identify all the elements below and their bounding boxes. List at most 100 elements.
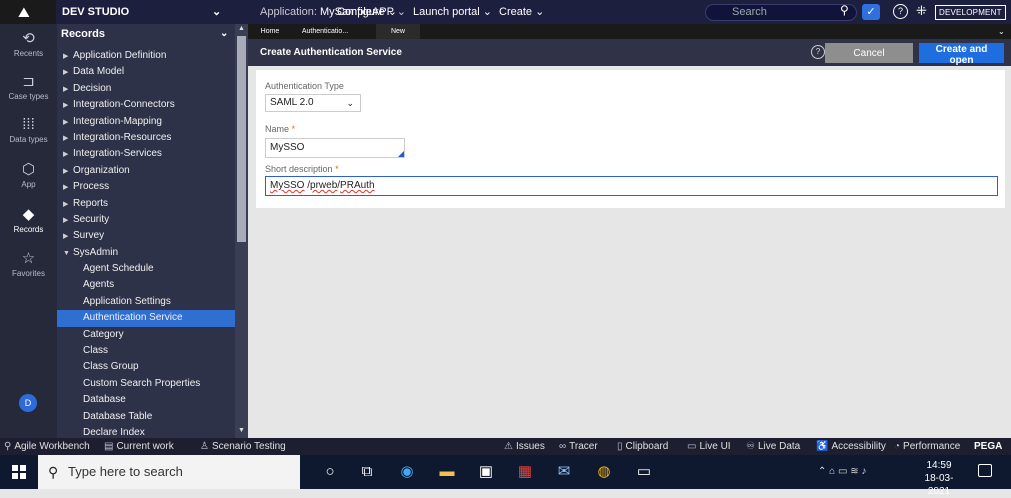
mail-icon[interactable]: ✉	[554, 462, 574, 482]
task-view-icon[interactable]: ⧉	[357, 462, 377, 482]
scroll-thumb[interactable]	[237, 36, 246, 242]
record-type-item[interactable]: Agents	[57, 277, 235, 293]
record-type-item[interactable]: Class Group	[57, 359, 235, 375]
records-category[interactable]: ▶ Security	[57, 212, 235, 228]
records-scrollbar[interactable]: ▲ ▼	[235, 24, 248, 438]
live-data-button[interactable]: ♾ Live Data	[746, 438, 800, 455]
rail-item-favorites[interactable]: ☆ Favorites	[0, 251, 57, 279]
category-label: Integration-Resources	[73, 131, 172, 143]
chevron-down-icon[interactable]: ⌄	[998, 24, 1005, 39]
records-list: ▶ Application Definition ▶ Data Model ▶ Dec…	[57, 48, 235, 441]
launch-portal-menu[interactable]: Launch portal ⌄	[413, 0, 492, 24]
devbar-label: Live Data	[757, 441, 801, 452]
record-type-item[interactable]: Class	[57, 343, 235, 359]
configure-menu[interactable]: Configure ⌄	[337, 0, 397, 24]
windows-start-icon[interactable]	[12, 465, 26, 479]
gift-icon[interactable]: ▦	[515, 462, 535, 482]
record-type-item[interactable]: Database Table	[57, 409, 235, 425]
records-category[interactable]: ▶ Integration-Connectors	[57, 97, 235, 113]
record-type-item[interactable]: Category	[57, 327, 235, 343]
records-category[interactable]: ▶ Data Model	[57, 64, 235, 80]
records-category[interactable]: ▶ Integration-Mapping	[57, 114, 235, 130]
scroll-up-icon[interactable]: ▲	[238, 25, 245, 32]
record-type-item[interactable]: Application Settings	[57, 294, 235, 310]
records-header[interactable]: Records ⌄	[57, 24, 235, 44]
caret-right-icon: ▶	[63, 69, 69, 77]
tracer-button[interactable]: ∞ Tracer	[559, 438, 598, 455]
windows-taskbar: ⚲ Type here to search ○ ⧉ ◉ ▬ ▣ ▦ ✉ ◍ ▭ …	[0, 455, 1011, 497]
record-type-item[interactable]: Agent Schedule	[57, 261, 235, 277]
pulse-icon[interactable]: ⁜	[916, 3, 927, 19]
records-category[interactable]: ▶ Application Definition	[57, 48, 235, 64]
terminal-icon[interactable]: ▭	[634, 462, 654, 482]
help-icon[interactable]: ?	[893, 4, 908, 19]
agile-workbench-button[interactable]: ⚲ Agile Workbench	[4, 438, 90, 455]
gauge-icon: ◔	[894, 441, 901, 452]
accessibility-button[interactable]: ♿ Accessibility	[816, 438, 886, 455]
rail-item-app[interactable]: ⬡ App	[0, 162, 57, 190]
name-field[interactable]: MySSO	[265, 138, 405, 158]
taskbar-clock[interactable]: 14:59 18-03-2021	[914, 459, 964, 498]
issues-button[interactable]: ⚠ Issues	[504, 438, 545, 455]
environment-badge: DEVELOPMENT	[935, 5, 1006, 20]
create-menu[interactable]: Create ⌄	[499, 0, 544, 24]
tab-authentication[interactable]: Authenticatio...	[290, 24, 360, 39]
caret-right-icon: ▶	[63, 184, 69, 192]
records-category[interactable]: ▶ Organization	[57, 163, 235, 179]
records-category[interactable]: ▶ Reports	[57, 196, 235, 212]
chevron-down-icon: ⌄	[346, 98, 354, 108]
edge-icon[interactable]: ◉	[397, 462, 417, 482]
record-type-item[interactable]: Custom Search Properties	[57, 376, 235, 392]
performance-button[interactable]: ◔ Performance	[894, 438, 960, 455]
cancel-button[interactable]: Cancel	[825, 43, 913, 63]
live-ui-button[interactable]: ▭ Live UI	[687, 438, 731, 455]
records-category[interactable]: ▶ Integration-Resources	[57, 130, 235, 146]
devbar-label: Current work	[116, 441, 174, 452]
system-tray[interactable]: ⌃ ⌂ ▭ ≋ ♪	[818, 455, 866, 489]
short-description-field[interactable]: MySSO /prweb/PRAuth	[265, 176, 998, 196]
required-mark: *	[335, 164, 339, 174]
category-label: Integration-Connectors	[73, 99, 175, 111]
records-category-expanded[interactable]: ▼ SysAdmin	[57, 245, 235, 261]
avatar[interactable]: D	[19, 394, 37, 412]
rail-item-recents[interactable]: ⟲ Recents	[0, 31, 57, 59]
record-type-item[interactable]: Database	[57, 392, 235, 408]
rail-item-records[interactable]: ◆ Records	[0, 207, 57, 235]
records-category[interactable]: ▶ Process	[57, 179, 235, 195]
records-category[interactable]: ▶ Integration-Services	[57, 146, 235, 162]
rail-item-case-types[interactable]: ⊐ Case types	[0, 74, 57, 102]
search-input[interactable]: Search	[705, 4, 857, 21]
devbar-label: Performance	[903, 441, 961, 452]
category-label: Reports	[73, 197, 109, 209]
store-icon[interactable]: ▣	[476, 462, 496, 482]
current-work-button[interactable]: ▤ Current work	[104, 438, 174, 455]
create-and-open-button[interactable]: Create and open	[919, 43, 1004, 66]
scroll-down-icon[interactable]: ▼	[238, 427, 245, 434]
records-category[interactable]: ▶ Survey	[57, 228, 235, 244]
help-icon[interactable]: ?	[811, 45, 825, 59]
category-label: Process	[73, 181, 110, 193]
tab-new[interactable]: New	[376, 24, 420, 39]
cortana-icon[interactable]: ○	[320, 462, 340, 482]
file-explorer-icon[interactable]: ▬	[437, 462, 457, 482]
records-category[interactable]: ▶ Decision	[57, 81, 235, 97]
chevron-down-icon: ⌄	[387, 6, 397, 18]
clipboard-button[interactable]: ▯ Clipboard	[617, 438, 668, 455]
caret-right-icon: ▶	[63, 85, 69, 93]
rail-label: Case types	[8, 92, 49, 101]
taskbar-search-input[interactable]: ⚲ Type here to search	[38, 455, 300, 489]
battery-icon: ▭	[838, 466, 848, 477]
chrome-icon[interactable]: ◍	[594, 462, 614, 482]
search-icon[interactable]: ⚲	[840, 3, 849, 17]
scenario-testing-button[interactable]: ♙ Scenario Testing	[200, 438, 286, 455]
person-icon: ♙	[200, 441, 209, 452]
category-label: Data Model	[73, 66, 125, 78]
auth-type-select[interactable]: SAML 2.0 ⌄	[265, 94, 361, 112]
pega-logo[interactable]: ⛰	[0, 0, 56, 24]
checkmark-icon[interactable]: ✓	[862, 4, 880, 20]
studio-switcher[interactable]: DEV STUDIO ⌄	[62, 0, 222, 24]
tab-home[interactable]: Home	[254, 24, 286, 39]
notifications-icon[interactable]	[978, 464, 992, 477]
rail-item-data-types[interactable]: ⁞⁞⁞ Data types	[0, 117, 57, 145]
record-type-item-selected[interactable]: Authentication Service	[57, 310, 235, 327]
